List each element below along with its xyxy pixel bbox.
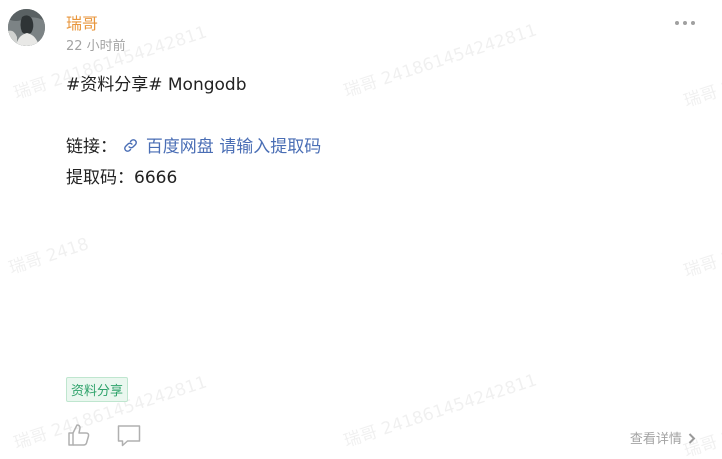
baidu-pan-link[interactable]: 百度网盘 请输入提取码	[122, 137, 321, 157]
post-title: #资料分享# Mongodb	[66, 75, 247, 95]
link-label: 链接：	[66, 137, 117, 157]
link-line: 链接： 百度网盘 请输入提取码	[66, 132, 321, 159]
watermark: 瑞哥 2	[681, 77, 722, 112]
view-detail-label: 查看详情	[629, 432, 682, 447]
code-label: 提取码：	[66, 168, 134, 188]
link-icon	[122, 137, 140, 159]
topic-tag[interactable]: 资料分享	[66, 377, 129, 402]
more-icon[interactable]	[674, 10, 696, 31]
code-line: 提取码：6666	[66, 163, 177, 188]
link-text[interactable]: 百度网盘 请输入提取码	[146, 137, 321, 157]
post-card: 瑞哥 241861454242811 瑞哥 241861454242811 瑞哥…	[0, 0, 722, 459]
view-detail-link[interactable]: 查看详情	[630, 428, 696, 447]
watermark: 瑞哥 2	[681, 247, 722, 282]
post-time: 22 小时前	[66, 39, 126, 54]
avatar[interactable]	[8, 9, 45, 46]
watermark: 瑞哥 241861454242811	[341, 370, 540, 452]
watermark: 瑞哥 241861454242811	[341, 20, 540, 102]
chevron-right-icon	[684, 432, 696, 447]
like-icon[interactable]	[67, 423, 91, 447]
comment-icon[interactable]	[117, 424, 141, 448]
code-value: 6666	[134, 168, 178, 188]
author-name[interactable]: 瑞哥	[66, 10, 98, 34]
watermark: 瑞哥 2418	[6, 234, 92, 279]
avatar-image	[8, 9, 45, 46]
